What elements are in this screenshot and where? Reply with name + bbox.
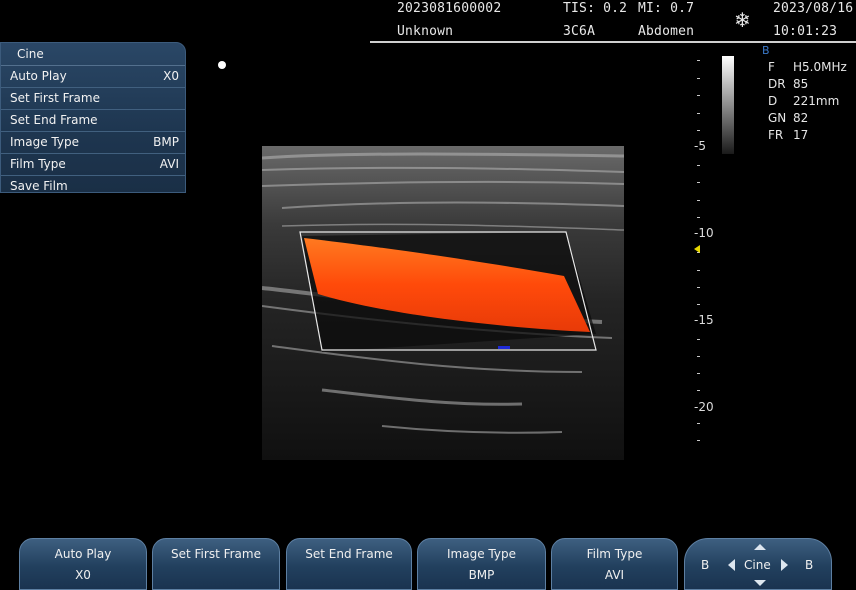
- cine-item-set-first-frame[interactable]: Set First Frame: [1, 88, 185, 110]
- ultrasound-image[interactable]: [262, 146, 624, 460]
- cine-item-value: X0: [163, 69, 179, 83]
- exam-preset: Abdomen: [638, 24, 695, 39]
- softkey-set-first-frame[interactable]: Set First Frame: [152, 538, 280, 590]
- patient-id: 2023081600002: [397, 1, 502, 16]
- cine-item-label: Set End Frame: [10, 113, 98, 127]
- depth-tick: [697, 440, 700, 441]
- cine-item-value: BMP: [153, 135, 179, 149]
- time: 10:01:23: [773, 24, 838, 39]
- param-key: F: [768, 60, 775, 74]
- softkey-label: Film Type: [586, 547, 643, 561]
- cine-item-auto-play[interactable]: Auto Play X0: [1, 66, 185, 88]
- header-divider: [370, 41, 856, 43]
- date: 2023/08/16: [773, 1, 854, 16]
- depth-tick: [697, 270, 700, 271]
- softkey-label: Auto Play: [54, 547, 112, 561]
- param-value: 221mm: [793, 94, 840, 108]
- depth-tick: [697, 423, 700, 424]
- param-value: 82: [793, 111, 809, 125]
- depth-tick: [697, 130, 700, 131]
- depth-tick: [697, 182, 700, 183]
- nav-left-label: B: [701, 558, 710, 572]
- softkey-image-type[interactable]: Image Type BMP: [417, 538, 546, 590]
- arrow-left-icon[interactable]: [728, 559, 735, 571]
- probe-orientation-marker: [218, 61, 226, 69]
- depth-tick: [697, 165, 700, 166]
- cine-item-label: Save Film: [10, 179, 68, 193]
- param-key: DR: [768, 77, 786, 91]
- cine-item-image-type[interactable]: Image Type BMP: [1, 132, 185, 154]
- cine-item-save-film[interactable]: Save Film: [1, 176, 185, 197]
- softkey-value: BMP: [468, 568, 495, 582]
- depth-tick: [697, 217, 700, 218]
- param-value: 17: [793, 128, 809, 142]
- snowflake-icon[interactable]: ❄: [734, 8, 751, 32]
- depth-tick: [697, 113, 700, 114]
- softkey-value: AVI: [604, 568, 625, 582]
- grayscale-bar: [722, 56, 734, 154]
- depth-tick: [697, 200, 700, 201]
- cine-menu-title: Cine: [1, 43, 185, 66]
- param-key: D: [768, 94, 778, 108]
- nav-right-label: B: [805, 558, 814, 572]
- arrow-up-icon[interactable]: [754, 544, 766, 550]
- depth-tick: [697, 287, 700, 288]
- softkey-set-end-frame[interactable]: Set End Frame: [286, 538, 412, 590]
- softkey-label: Set First Frame: [171, 547, 261, 561]
- depth-tick: [697, 373, 700, 374]
- depth-tick: [697, 60, 700, 61]
- depth-label: -5: [694, 139, 706, 153]
- softkey-label: Set End Frame: [305, 547, 393, 561]
- depth-tick: [697, 304, 700, 305]
- depth-tick: [697, 339, 700, 340]
- cine-item-value: AVI: [159, 157, 179, 171]
- mode-indicator: B: [762, 44, 770, 57]
- cine-item-film-type[interactable]: Film Type AVI: [1, 154, 185, 176]
- depth-tick: [697, 356, 700, 357]
- depth-label: -15: [694, 313, 714, 327]
- arrow-right-icon[interactable]: [781, 559, 788, 571]
- cine-item-label: Image Type: [10, 135, 79, 149]
- nav-center-label: Cine: [744, 558, 771, 572]
- param-key: FR: [768, 128, 784, 142]
- depth-tick: [697, 78, 700, 79]
- softkey-auto-play[interactable]: Auto Play X0: [19, 538, 147, 590]
- focus-marker-icon[interactable]: [694, 245, 700, 253]
- depth-label: -20: [694, 400, 714, 414]
- mi-value: MI: 0.7: [638, 1, 695, 16]
- cine-menu: Cine Auto Play X0 Set First Frame Set En…: [0, 42, 186, 193]
- param-value: 85: [793, 77, 809, 91]
- softkey-label: Image Type: [447, 547, 516, 561]
- param-value: H5.0MHz: [793, 60, 847, 74]
- cine-item-label: Film Type: [10, 157, 66, 171]
- softkey-value: X0: [75, 568, 91, 582]
- cine-item-label: Set First Frame: [10, 91, 100, 105]
- cine-navigation-key[interactable]: B Cine B: [684, 538, 832, 590]
- cine-item-label: Auto Play: [10, 69, 67, 83]
- softkey-film-type[interactable]: Film Type AVI: [551, 538, 678, 590]
- probe-name: 3C6A: [563, 24, 596, 39]
- patient-name: Unknown: [397, 24, 454, 39]
- depth-tick: [697, 95, 700, 96]
- depth-label: -10: [694, 226, 714, 240]
- arrow-down-icon[interactable]: [754, 580, 766, 586]
- tis-value: TIS: 0.2: [563, 1, 628, 16]
- cine-item-set-end-frame[interactable]: Set End Frame: [1, 110, 185, 132]
- param-key: GN: [768, 111, 787, 125]
- depth-tick: [697, 390, 700, 391]
